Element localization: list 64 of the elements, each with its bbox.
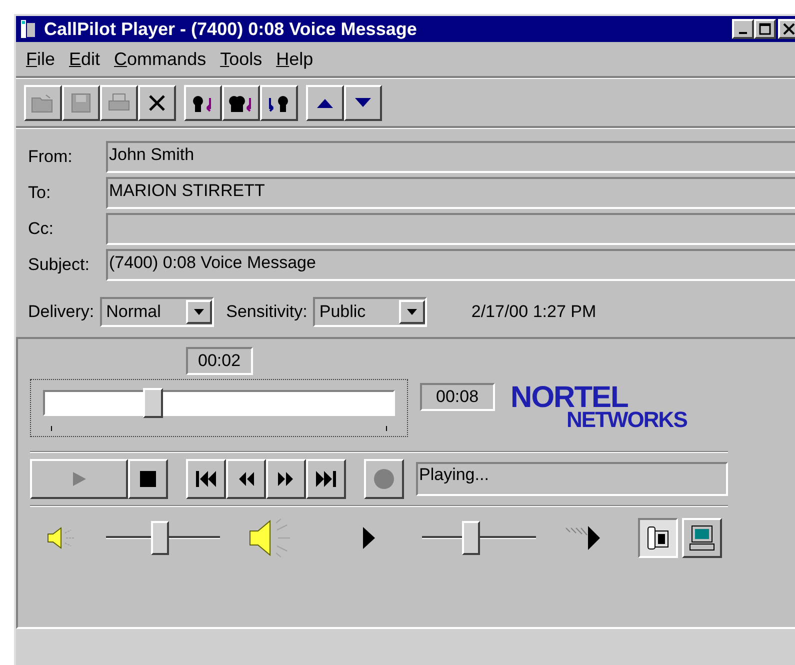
slider-thumb[interactable] [462,521,480,555]
slider-thumb[interactable] [151,521,170,555]
position-slider[interactable] [30,379,408,437]
elapsed-time: 00:02 [186,347,253,375]
caret-icon [194,309,204,315]
speed-slider[interactable] [422,520,536,556]
down-arrow-icon [354,96,372,110]
record-icon [373,468,395,490]
maximize-icon [759,23,771,35]
input-field[interactable] [106,213,795,245]
toolbar-button[interactable] [306,84,344,120]
transport-button[interactable] [306,459,346,499]
menu-item[interactable]: Tools [218,46,264,72]
volume-slider[interactable] [106,520,220,556]
menu-item[interactable]: File [24,46,58,72]
toolbar-button[interactable] [222,84,260,120]
toolbar-button[interactable] [344,84,382,120]
dropdown-value: Normal [105,301,162,324]
play-icon [70,470,88,488]
field-label: To: [28,182,52,204]
maximize-button[interactable] [754,19,776,39]
menu-item[interactable]: Edit [67,46,102,72]
status-field: Playing... [416,462,728,496]
telephone-icon [20,19,36,39]
transport-button[interactable] [128,459,168,499]
transport-button[interactable] [226,459,266,499]
telephone-icon [646,525,670,551]
menu-item[interactable]: Commands [112,46,208,72]
field-label: Delivery: [28,301,94,324]
total-time: 00:08 [420,383,495,411]
skip-forward-icon [315,470,337,488]
skip-back-icon [195,470,217,488]
field-label: Subject: [28,254,90,276]
output-toggle[interactable] [638,518,678,558]
transport-button[interactable] [186,459,226,499]
toolbar-button[interactable] [138,84,176,120]
toolbar-button[interactable] [260,84,298,120]
printer-icon [107,92,131,114]
stop-icon [139,470,157,488]
date-text: 2/17/00 1:27 PM [471,301,596,324]
caret-icon [407,309,418,315]
field-label: From: [28,146,74,168]
rewind-icon [237,470,255,488]
dropdown[interactable]: Public [313,297,428,327]
field-label: Sensitivity: [226,301,308,324]
menu-item[interactable]: Help [274,46,316,72]
computer-icon [688,524,716,552]
minimize-icon [739,32,747,34]
dropdown[interactable]: Normal [100,297,214,327]
slow-icon [362,526,376,550]
fast-forward-icon [277,470,295,488]
input-field[interactable]: MARION STIRRETT [106,177,795,209]
field-label: Cc: [28,218,54,240]
close-button[interactable] [778,19,795,39]
dropdown-value: Public [318,301,367,324]
input-field[interactable]: (7400) 0:08 Voice Message [106,249,795,281]
delete-icon [147,92,167,112]
minimize-button[interactable] [732,19,754,39]
slider-thumb[interactable] [143,388,164,418]
window-title: CallPilot Player - (7400) 0:08 Voice Message [44,18,418,41]
toolbar-button[interactable] [184,84,222,120]
transport-button[interactable] [266,459,306,499]
close-icon [783,23,795,35]
input-field[interactable]: John Smith [106,141,795,173]
